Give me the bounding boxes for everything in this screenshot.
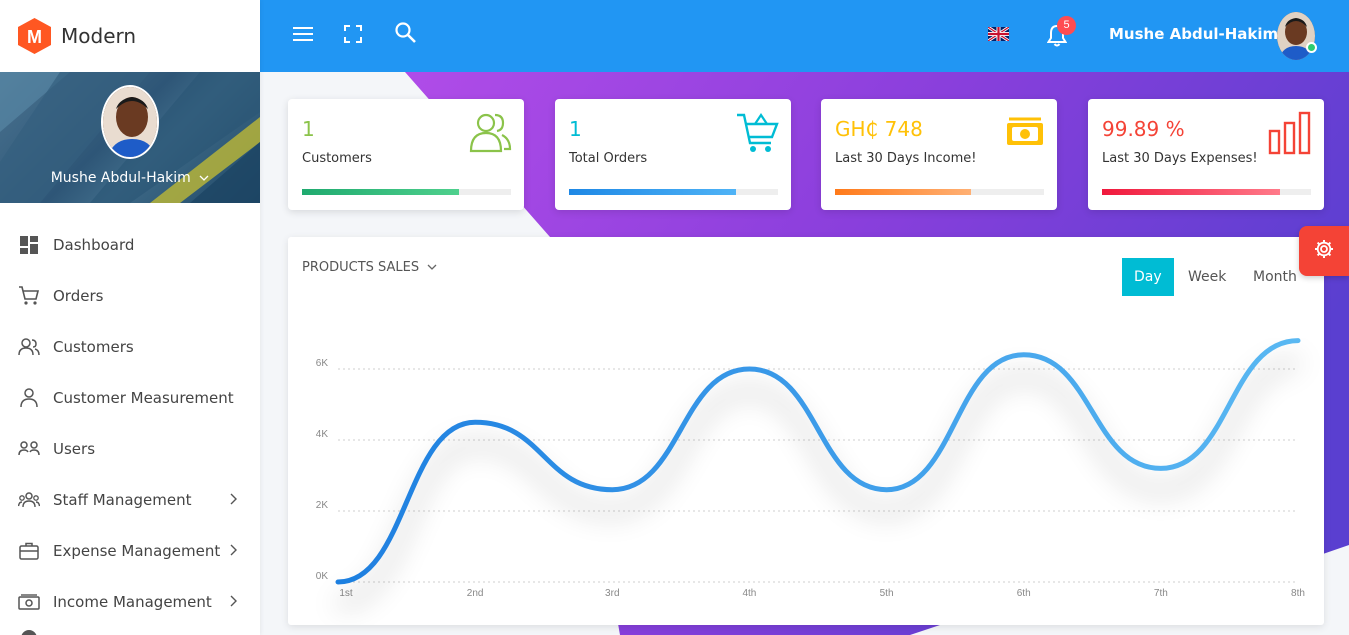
sidebar-item-label: Orders xyxy=(53,286,104,305)
sidebar-item-customer-measurement[interactable]: Customer Measurement xyxy=(0,372,260,423)
sidebar: M Modern Mushe Abdul-Hakim Dashboard Ord… xyxy=(0,0,260,635)
chevron-right-icon xyxy=(230,594,238,612)
sidebar-item-label: Customer Measurement xyxy=(53,388,234,407)
stat-card-customers[interactable]: 1 Customers xyxy=(288,99,524,210)
x-tick-label: 8th xyxy=(1291,588,1305,599)
stat-label: Customers xyxy=(302,151,372,166)
x-tick-label: 4th xyxy=(742,588,756,599)
stat-label: Last 30 Days Expenses! xyxy=(1102,151,1258,166)
y-tick-label: 2K xyxy=(316,500,329,511)
brand-logo-icon: M xyxy=(18,18,51,54)
stat-value: GH₵ 748 xyxy=(835,117,923,141)
series-line xyxy=(335,338,1301,585)
cash-icon xyxy=(18,591,40,613)
brand[interactable]: M Modern xyxy=(0,0,260,72)
panel-title-text: PRODUCTS SALES xyxy=(302,260,420,275)
x-tick-label: 6th xyxy=(1017,588,1031,599)
bar-chart-icon xyxy=(1268,111,1312,160)
x-tick-label: 2nd xyxy=(467,588,484,599)
stat-card-orders[interactable]: 1 Total Orders xyxy=(555,99,791,210)
dashboard-icon xyxy=(18,234,40,256)
stat-progress-fill xyxy=(569,189,737,195)
period-day-button[interactable]: Day xyxy=(1122,258,1174,296)
y-tick-label: 4K xyxy=(316,429,329,440)
stat-progress-track xyxy=(1102,189,1311,195)
briefcase-icon xyxy=(18,540,40,562)
fullscreen-icon[interactable] xyxy=(344,25,362,48)
sidebar-item-label: Users xyxy=(53,439,96,458)
brand-logo-letter: M xyxy=(27,27,42,47)
sidebar-item-label: Staff Management xyxy=(53,490,192,509)
sidebar-item-expense-management[interactable]: Expense Management xyxy=(0,525,260,576)
profile-panel: Mushe Abdul-Hakim xyxy=(0,72,260,203)
money-icon xyxy=(1005,117,1045,152)
user-icon xyxy=(18,387,40,409)
notification-badge: 5 xyxy=(1057,16,1076,35)
stat-progress-track xyxy=(835,189,1044,195)
stat-label: Total Orders xyxy=(569,151,648,166)
sidebar-item-income-management[interactable]: Income Management xyxy=(0,576,260,627)
users-icon xyxy=(468,111,512,160)
gear-icon xyxy=(1314,239,1334,264)
staff-icon xyxy=(18,489,40,511)
profile-name[interactable]: Mushe Abdul-Hakim xyxy=(0,170,260,186)
stat-progress-track xyxy=(569,189,778,195)
profile-avatar[interactable] xyxy=(101,85,159,159)
sidebar-item-users[interactable]: Users xyxy=(0,423,260,474)
stat-value: 1 xyxy=(569,117,582,141)
sidebar-item-staff-management[interactable]: Staff Management xyxy=(0,474,260,525)
search-icon[interactable] xyxy=(395,22,416,48)
cart-icon xyxy=(18,285,40,307)
y-tick-label: 0K xyxy=(316,571,329,582)
stat-value: 1 xyxy=(302,117,315,141)
profile-name-text: Mushe Abdul-Hakim xyxy=(50,170,191,186)
x-tick-label: 5th xyxy=(880,588,894,599)
products-sales-panel: 1st 2nd 3rd 4th 5th 6th 7th 8th 0K 2K 4K 6K PRODUC… xyxy=(288,237,1324,625)
online-status-dot xyxy=(1306,42,1317,53)
top-user-name[interactable]: Mushe Abdul-Hakim xyxy=(1109,25,1278,43)
sidebar-item-dashboard[interactable]: Dashboard xyxy=(0,219,260,270)
sidebar-item-partial[interactable] xyxy=(0,627,260,635)
stat-progress-fill xyxy=(302,189,459,195)
settings-button[interactable] xyxy=(1299,226,1349,276)
top-bar: 5 Mushe Abdul-Hakim xyxy=(260,0,1349,72)
sidebar-item-label: Customers xyxy=(53,337,134,356)
brand-name: Modern xyxy=(61,24,137,48)
user-group-icon xyxy=(18,438,40,460)
x-tick-label: 3rd xyxy=(605,588,619,599)
sidebar-item-label: Dashboard xyxy=(53,235,135,254)
x-tick-label: 7th xyxy=(1154,588,1168,599)
chevron-right-icon xyxy=(230,492,238,510)
chevron-down-icon xyxy=(199,170,209,186)
chevron-right-icon xyxy=(230,543,238,561)
x-tick-label: 1st xyxy=(339,588,353,599)
sidebar-item-label: Income Management xyxy=(53,592,212,611)
stat-progress-track xyxy=(302,189,511,195)
stat-card-income[interactable]: GH₵ 748 Last 30 Days Income! xyxy=(821,99,1057,210)
y-tick-label: 6K xyxy=(316,358,329,369)
panel-title[interactable]: PRODUCTS SALES xyxy=(302,260,437,275)
circle-icon xyxy=(18,627,40,635)
period-week-button[interactable]: Week xyxy=(1176,258,1238,296)
uk-flag-icon[interactable] xyxy=(987,25,1010,43)
stat-card-expenses[interactable]: 99.89 % Last 30 Days Expenses! xyxy=(1088,99,1324,210)
sidebar-item-customers[interactable]: Customers xyxy=(0,321,260,372)
sidebar-nav: Dashboard Orders Customers Customer Meas… xyxy=(0,203,260,635)
sidebar-item-label: Expense Management xyxy=(53,541,221,560)
stat-progress-fill xyxy=(835,189,971,195)
stat-progress-fill xyxy=(1102,189,1280,195)
users-icon xyxy=(18,336,40,358)
shopping-cart-icon xyxy=(735,111,779,160)
stat-value: 99.89 % xyxy=(1102,117,1185,141)
stat-label: Last 30 Days Income! xyxy=(835,151,977,166)
chevron-down-icon xyxy=(427,260,437,275)
sidebar-item-orders[interactable]: Orders xyxy=(0,270,260,321)
menu-icon[interactable] xyxy=(293,26,313,47)
